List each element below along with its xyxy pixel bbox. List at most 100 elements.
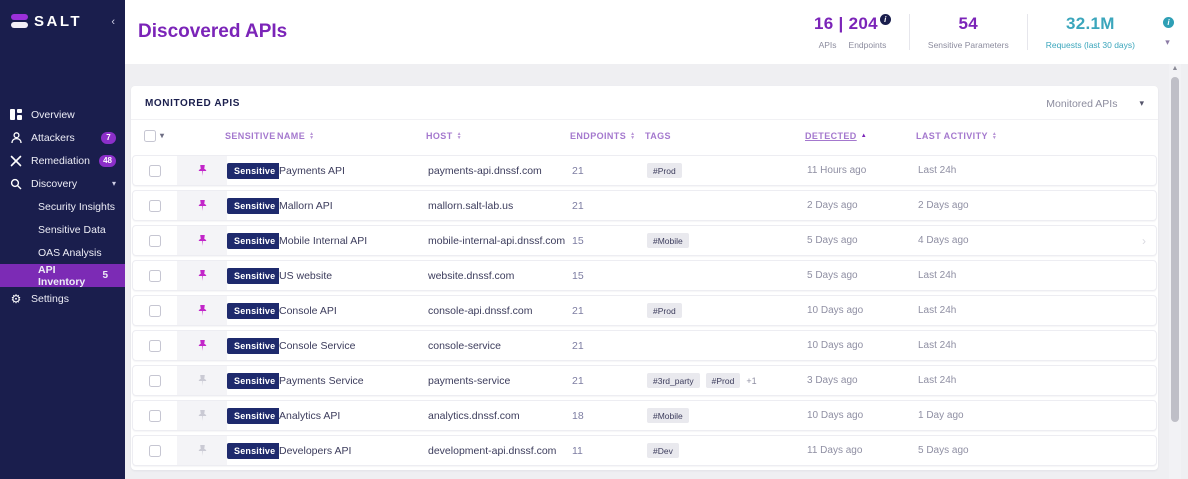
detected-value: 10 Days ago [807,410,918,421]
sort-ascending-icon: ▲ [861,133,867,139]
pin-icon[interactable] [177,401,227,430]
page-title: Discovered APIs [138,21,287,43]
api-host: analytics.dnssf.com [428,410,572,422]
count-label: 5 [102,270,108,281]
column-last-activity[interactable]: LAST ACTIVITY▲▼ [916,131,1036,141]
table-row[interactable]: Sensitive Mobile Internal API mobile-int… [132,225,1157,256]
header-stats: 16 | 204iAPIsEndpoints54Sensitive Parame… [796,0,1153,64]
logo-row: SALT ‹ [0,0,125,30]
sort-icon: ▲▼ [630,132,635,140]
table-row[interactable]: Sensitive Analytics API analytics.dnssf.… [132,400,1157,431]
sidebar-item-label: Settings [31,293,69,305]
sidebar: SALT ‹ OverviewAttackers7Remediation48Di… [0,0,125,479]
row-checkbox[interactable] [149,165,161,177]
sensitive-badge: Sensitive [227,198,279,214]
api-name: Developers API [279,445,428,457]
sidebar-item-remediation[interactable]: Remediation48 [0,149,125,172]
settings-icon: ⚙ [9,293,23,305]
last-activity-value: Last 24h [918,270,1038,281]
detected-value: 11 Days ago [807,445,918,456]
row-checkbox[interactable] [149,235,161,247]
pin-icon[interactable] [177,296,227,325]
select-all-checkbox[interactable] [144,130,156,142]
scroll-up-icon[interactable]: ▲ [1169,65,1181,72]
table-row[interactable]: Sensitive Payments API payments-api.dnss… [132,155,1157,186]
stat-block: 54Sensitive Parameters [910,14,1027,50]
last-activity-value: Last 24h [918,305,1038,316]
overview-icon [9,109,23,121]
sidebar-item-security-insights[interactable]: Security Insights [0,195,125,218]
pin-icon[interactable] [177,331,227,360]
salt-logo-icon [11,14,28,29]
vertical-scrollbar[interactable]: ▲ [1169,64,1181,479]
tags-more-label: +1 [746,376,756,386]
detected-value: 5 Days ago [807,235,918,246]
pin-icon[interactable] [177,366,227,395]
row-checkbox[interactable] [149,340,161,352]
column-name[interactable]: NAME▲▼ [277,131,426,141]
api-name: Console Service [279,340,428,352]
api-name: Mallorn API [279,200,428,212]
column-sensitive[interactable]: SENSITIVE [225,131,277,141]
table-row[interactable]: Sensitive Payments Service payments-serv… [132,365,1157,396]
sidebar-item-label: OAS Analysis [38,247,102,259]
scrollbar-thumb[interactable] [1171,77,1179,422]
row-checkbox[interactable] [149,305,161,317]
sort-icon: ▲▼ [309,132,314,140]
pin-icon[interactable] [177,226,227,255]
pin-icon[interactable] [177,436,227,465]
sidebar-collapse-icon[interactable]: ‹ [111,16,115,28]
sidebar-item-api-inventory[interactable]: API Inventory5 [0,264,125,287]
info-icon[interactable]: i [1163,17,1174,28]
pin-icon[interactable] [177,261,227,290]
sidebar-item-label: Discovery [31,178,77,190]
row-checkbox[interactable] [149,410,161,422]
topbar: Discovered APIs 16 | 204iAPIsEndpoints54… [125,0,1188,64]
api-host: development-api.dnssf.com [428,445,572,457]
table-row[interactable]: Sensitive Mallorn API mallorn.salt-lab.u… [132,190,1157,221]
table-row[interactable]: Sensitive Console Service console-servic… [132,330,1157,361]
column-detected[interactable]: DETECTED▲ [805,131,916,141]
sidebar-item-overview[interactable]: Overview [0,103,125,126]
column-tags[interactable]: TAGS [645,131,805,141]
row-checkbox[interactable] [149,200,161,212]
info-icon[interactable]: i [880,14,891,25]
sidebar-item-discovery[interactable]: Discovery▾ [0,172,125,195]
tag-chip: #Prod [647,303,682,318]
sensitive-badge: Sensitive [227,303,279,319]
sidebar-item-settings[interactable]: ⚙ Settings [0,287,125,310]
last-activity-value: 1 Day ago [918,410,1038,421]
chevron-down-icon[interactable]: ▾ [1165,37,1170,48]
table-row[interactable]: Sensitive US website website.dnssf.com 1… [132,260,1157,291]
monitored-apis-filter[interactable]: Monitored APIs ▾ [1046,98,1144,110]
tags-cell: #Prod [647,163,807,178]
sensitive-badge: Sensitive [227,373,279,389]
tag-chip: #Mobile [647,408,689,423]
api-name: Payments API [279,165,428,177]
tags-cell: #Prod [647,303,807,318]
table-row[interactable]: Sensitive Developers API development-api… [132,435,1157,466]
table-header: ▾ SENSITIVE NAME▲▼ HOST▲▼ ENDPOINTS▲▼ TA… [131,119,1158,151]
sensitive-badge: Sensitive [227,408,279,424]
row-checkbox[interactable] [149,445,161,457]
column-endpoints[interactable]: ENDPOINTS▲▼ [570,131,645,141]
row-chevron-icon[interactable]: › [1038,234,1156,248]
row-checkbox[interactable] [149,270,161,282]
table-body: Sensitive Payments API payments-api.dnss… [131,151,1158,466]
detected-value: 11 Hours ago [807,165,918,176]
last-activity-value: 2 Days ago [918,200,1038,211]
detected-value: 3 Days ago [807,375,918,386]
sensitive-badge: Sensitive [227,443,279,459]
pin-icon[interactable] [177,156,227,185]
sidebar-item-label: Overview [31,109,75,121]
sidebar-item-attackers[interactable]: Attackers7 [0,126,125,149]
sidebar-item-sensitive-data[interactable]: Sensitive Data [0,218,125,241]
column-host[interactable]: HOST▲▼ [426,131,570,141]
table-row[interactable]: Sensitive Console API console-api.dnssf.… [132,295,1157,326]
pin-icon[interactable] [177,191,227,220]
row-checkbox[interactable] [149,375,161,387]
chevron-down-icon[interactable]: ▾ [160,131,164,140]
last-activity-value: Last 24h [918,340,1038,351]
attackers-icon [9,132,23,144]
sidebar-item-oas-analysis[interactable]: OAS Analysis [0,241,125,264]
